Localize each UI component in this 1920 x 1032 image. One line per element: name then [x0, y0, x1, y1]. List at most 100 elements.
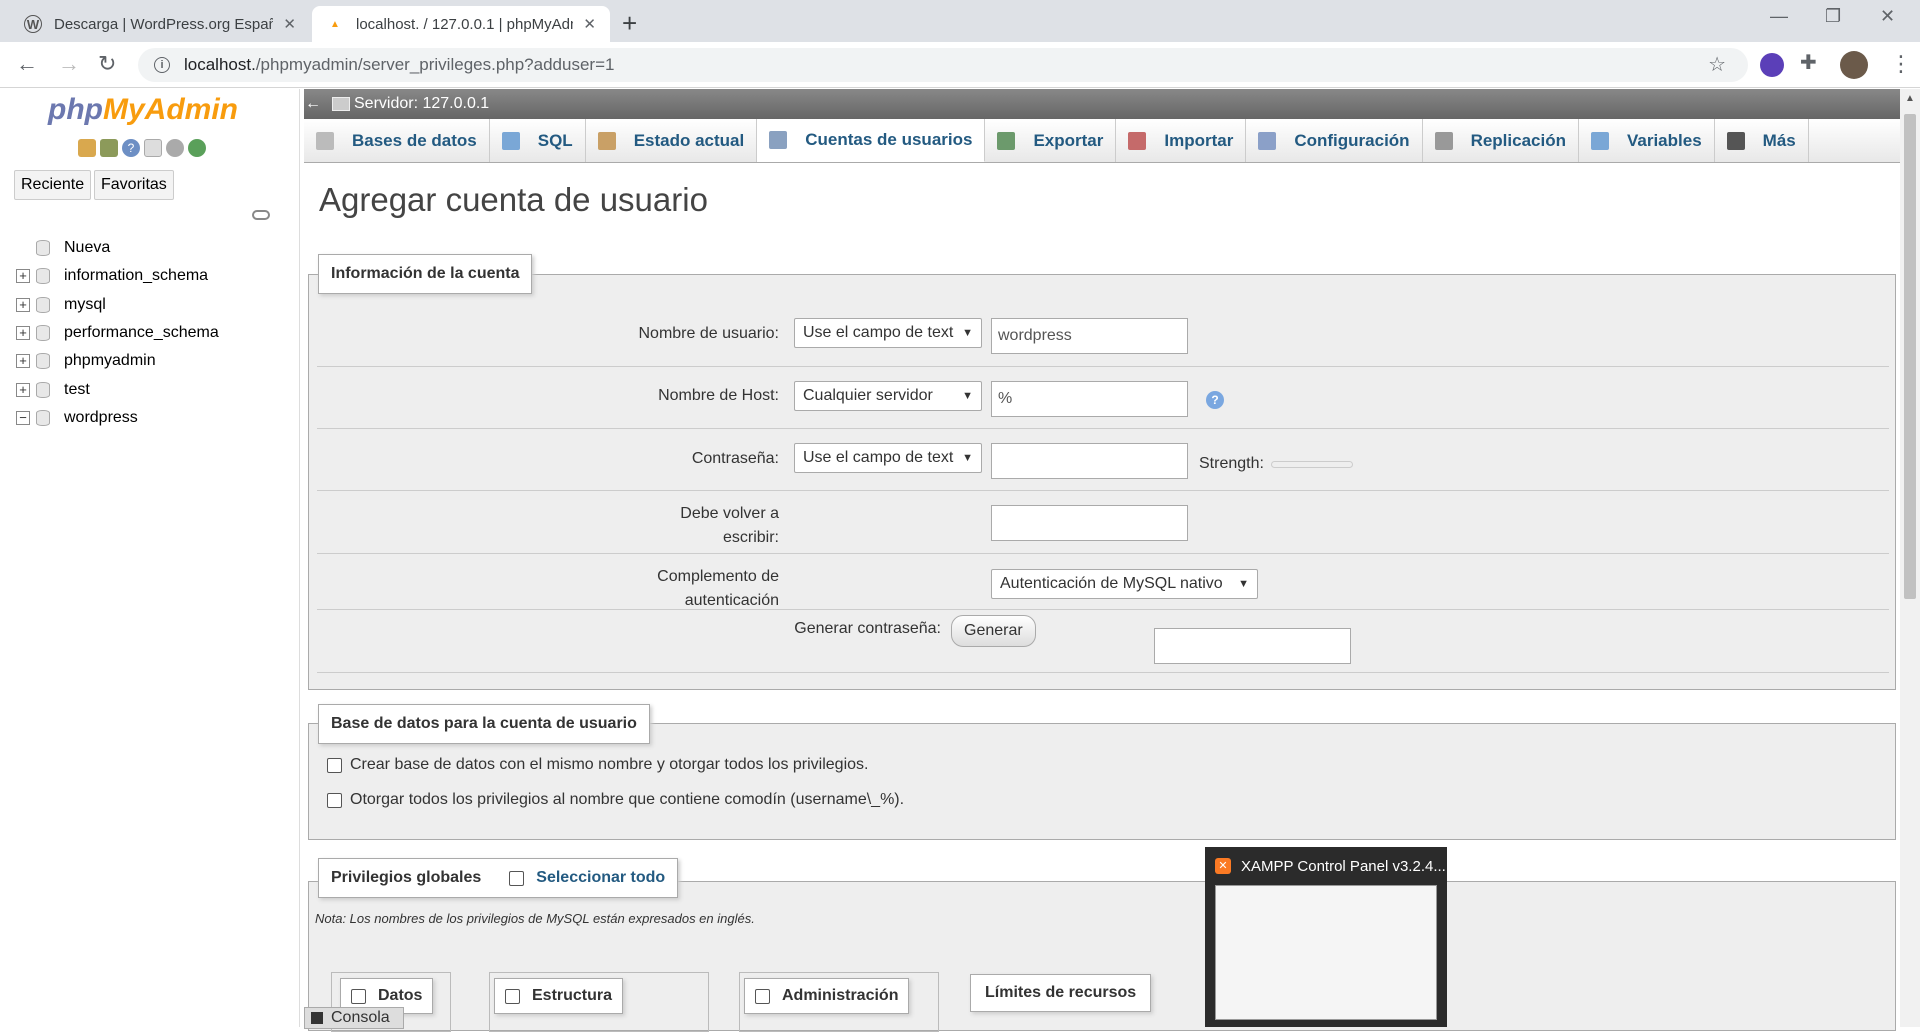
- expand-icon[interactable]: +: [16, 354, 30, 369]
- tree-item[interactable]: + performance_schema: [16, 319, 219, 347]
- refresh-icon[interactable]: [188, 139, 206, 157]
- navigation-panel: phpMyAdmin ? Reciente Favoritas Nueva + in…: [0, 89, 300, 1027]
- expand-icon[interactable]: +: [16, 297, 30, 312]
- tree-item-label[interactable]: performance_schema: [64, 324, 219, 342]
- generate-button[interactable]: Generar: [951, 615, 1036, 647]
- expand-icon[interactable]: +: [16, 382, 30, 397]
- logout-icon[interactable]: [100, 139, 118, 157]
- menu-item-label: Importar: [1164, 130, 1234, 150]
- tree-item-label[interactable]: wordpress: [64, 409, 138, 427]
- username-input[interactable]: wordpress: [991, 318, 1188, 354]
- data-checkbox[interactable]: [351, 988, 366, 1004]
- server-label[interactable]: Servidor: 127.0.0.1: [354, 95, 489, 113]
- create-db-option[interactable]: Crear base de datos con el mismo nombre …: [327, 756, 868, 774]
- menu-item[interactable]: Cuentas de usuarios: [757, 119, 986, 162]
- url-host: localhost.: [184, 55, 256, 74]
- close-icon[interactable]: ✕: [283, 15, 296, 33]
- structure-privileges-group: Estructura: [494, 978, 624, 1014]
- tree-item[interactable]: + test: [16, 375, 219, 403]
- help-icon[interactable]: ?: [1206, 391, 1224, 409]
- tree-item[interactable]: Nueva: [16, 234, 219, 262]
- menu-item[interactable]: Más: [1715, 119, 1809, 162]
- nav-icon-row: ?: [78, 139, 206, 157]
- retype-password-input[interactable]: [991, 505, 1188, 541]
- restore-icon[interactable]: ❐: [1825, 6, 1841, 27]
- url-field[interactable]: i localhost./phpmyadmin/server_privilege…: [138, 48, 1748, 82]
- tab-wordpress[interactable]: W Descarga | WordPress.org Españ ✕: [10, 6, 310, 42]
- phpmyadmin-logo[interactable]: phpMyAdmin: [48, 93, 238, 127]
- database-icon: [36, 296, 50, 313]
- link-icon[interactable]: [252, 210, 270, 220]
- tree-item[interactable]: − wordpress: [16, 404, 219, 432]
- collapse-icon[interactable]: ←: [304, 95, 322, 113]
- page-scrollbar[interactable]: ▲: [1900, 89, 1920, 1027]
- expand-icon[interactable]: −: [16, 410, 30, 425]
- tree-item-label[interactable]: information_schema: [64, 267, 208, 285]
- console-toggle[interactable]: Consola: [304, 1007, 404, 1029]
- status-icon: [597, 131, 616, 150]
- home-icon[interactable]: [78, 139, 96, 157]
- extension-icon[interactable]: [1760, 53, 1784, 77]
- scroll-up-icon[interactable]: ▲: [1905, 93, 1915, 104]
- generated-password-input[interactable]: [1154, 628, 1351, 664]
- info-icon[interactable]: i: [154, 57, 170, 73]
- avatar[interactable]: [1840, 51, 1868, 79]
- tree-item-label[interactable]: mysql: [64, 296, 106, 314]
- docs-icon[interactable]: [144, 139, 162, 157]
- database-icon: [316, 131, 334, 150]
- select-all-label[interactable]: Seleccionar todo: [536, 869, 665, 887]
- database-icon: [36, 325, 50, 342]
- admin-checkbox[interactable]: [755, 988, 770, 1004]
- password-input[interactable]: [991, 443, 1188, 479]
- close-icon[interactable]: ✕: [583, 15, 596, 33]
- wrench-icon: [1258, 131, 1277, 150]
- database-legend: Base de datos para la cuenta de usuario: [318, 704, 650, 744]
- menu-item[interactable]: Exportar: [985, 119, 1117, 162]
- menu-item[interactable]: SQL: [490, 119, 586, 162]
- scroll-thumb[interactable]: [1904, 114, 1916, 599]
- reload-icon[interactable]: ↻: [98, 51, 116, 77]
- tree-item-label[interactable]: Nueva: [64, 239, 110, 257]
- help-icon[interactable]: ?: [122, 139, 140, 157]
- forward-arrow-icon[interactable]: →: [58, 51, 80, 77]
- puzzle-icon[interactable]: ✚: [1800, 50, 1817, 75]
- tree-item-label[interactable]: phpmyadmin: [64, 352, 156, 370]
- username-type-select[interactable]: Use el campo de text ▼: [794, 318, 982, 348]
- expand-icon[interactable]: +: [16, 269, 30, 284]
- select-all-checkbox[interactable]: [509, 870, 525, 886]
- menu-item[interactable]: Configuración: [1246, 119, 1423, 162]
- menu-item[interactable]: Variables: [1579, 119, 1715, 162]
- auth-plugin-select[interactable]: Autenticación de MySQL nativo ▼: [991, 569, 1258, 599]
- database-icon: [36, 409, 50, 426]
- password-type-select[interactable]: Use el campo de text ▼: [794, 443, 982, 473]
- menu-item[interactable]: Importar: [1116, 119, 1247, 162]
- tab-phpmyadmin[interactable]: ▲ localhost. / 127.0.0.1 | phpMyAdm ✕: [312, 6, 610, 42]
- back-arrow-icon[interactable]: ←: [16, 51, 38, 77]
- host-type-select[interactable]: Cualquier servidor ▼: [794, 381, 982, 411]
- wildcard-db-option[interactable]: Otorgar todos los privilegios al nombre …: [327, 791, 904, 809]
- recent-button[interactable]: Reciente: [14, 170, 92, 200]
- star-icon[interactable]: ☆: [1708, 52, 1726, 77]
- privileges-note: Nota: Los nombres de los privilegios de …: [315, 911, 755, 926]
- expand-icon[interactable]: +: [16, 326, 30, 341]
- tree-item[interactable]: + phpmyadmin: [16, 347, 219, 375]
- browser-tab-bar: W Descarga | WordPress.org Españ ✕ ▲ loc…: [0, 0, 1920, 42]
- create-db-checkbox[interactable]: [327, 757, 342, 773]
- favorites-button[interactable]: Favoritas: [94, 170, 174, 200]
- tree-item[interactable]: + mysql: [16, 291, 219, 319]
- structure-checkbox[interactable]: [505, 988, 520, 1004]
- host-input[interactable]: %: [991, 381, 1188, 417]
- minimize-icon[interactable]: —: [1770, 6, 1788, 27]
- gear-icon[interactable]: [166, 139, 184, 157]
- tree-item[interactable]: + information_schema: [16, 262, 219, 290]
- wildcard-db-checkbox[interactable]: [327, 792, 342, 808]
- menu-item[interactable]: Bases de datos: [304, 119, 490, 162]
- window-close-icon[interactable]: ✕: [1880, 6, 1895, 27]
- export-icon: [997, 131, 1016, 150]
- new-tab-button[interactable]: +: [622, 8, 637, 39]
- menu-item[interactable]: Replicación: [1423, 119, 1579, 162]
- menu-item[interactable]: Estado actual: [586, 119, 758, 162]
- menu-dots-icon[interactable]: ⋮: [1890, 51, 1912, 77]
- tree-item-label[interactable]: test: [64, 381, 90, 399]
- xampp-preview[interactable]: ✕ XAMPP Control Panel v3.2.4...: [1205, 847, 1447, 1027]
